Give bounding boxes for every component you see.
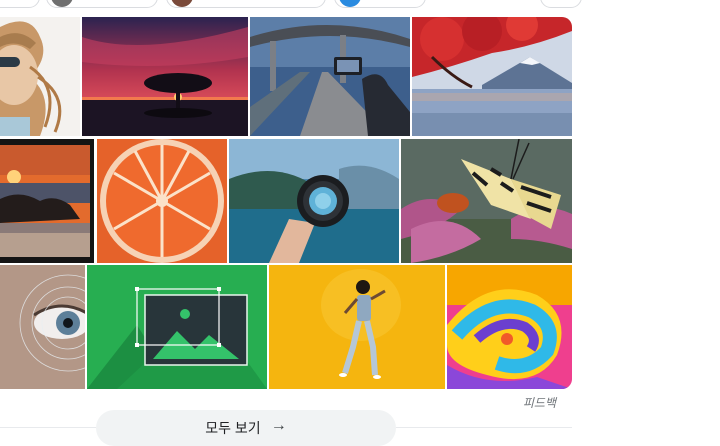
filter-chip[interactable] xyxy=(166,0,326,8)
image-placeholder-icon[interactable] xyxy=(87,265,267,389)
filter-chip[interactable] xyxy=(540,0,582,8)
divider xyxy=(396,427,572,428)
see-all-label: 모두 보기 xyxy=(205,420,261,436)
mount-fuji-icon[interactable] xyxy=(412,17,572,136)
chip-thumbnail xyxy=(51,0,73,7)
feedback-link[interactable]: 피드백 xyxy=(523,394,556,411)
filter-chip[interactable] xyxy=(334,0,426,8)
chip-thumbnail xyxy=(171,0,193,7)
beach-sunset-icon[interactable] xyxy=(0,139,94,263)
woman-with-hat-icon[interactable] xyxy=(0,17,80,136)
filter-chip[interactable] xyxy=(0,0,40,8)
abstract-swirl-icon[interactable] xyxy=(447,265,572,389)
see-all-button[interactable]: 모두 보기 → xyxy=(96,410,396,446)
eye-icon[interactable] xyxy=(0,265,85,389)
phone-photo-road-icon[interactable] xyxy=(250,17,410,136)
dancer-icon[interactable] xyxy=(269,265,445,389)
orange-slice-icon[interactable] xyxy=(97,139,227,263)
tree-sunset-icon[interactable] xyxy=(82,17,248,136)
filter-chip[interactable] xyxy=(46,0,158,8)
divider xyxy=(0,427,96,428)
camera-lens-icon[interactable] xyxy=(229,139,399,263)
chip-thumbnail xyxy=(339,0,361,7)
image-grid xyxy=(0,17,572,389)
butterfly-icon[interactable] xyxy=(401,139,572,263)
